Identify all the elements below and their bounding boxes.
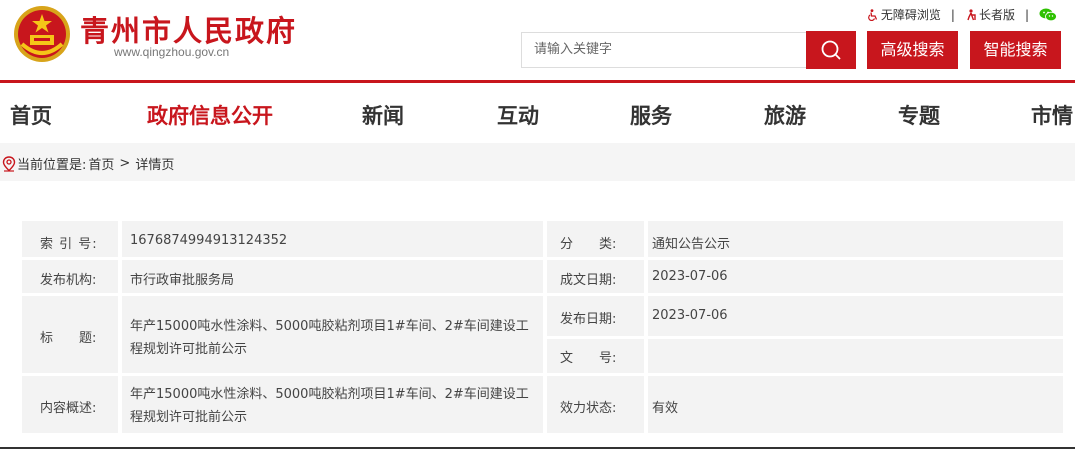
elderly-version-link[interactable]: 长者版 — [965, 6, 1015, 23]
title-label: 标 题: — [40, 331, 97, 346]
nav-item-gov-info[interactable]: 政府信息公开 — [147, 100, 273, 130]
national-emblem-icon — [14, 6, 70, 62]
index-number-label: 索 引 号: — [40, 237, 98, 252]
breadcrumb-prefix: 当前位置是: — [17, 158, 87, 173]
divider: | — [1024, 7, 1029, 22]
search-button[interactable] — [806, 31, 856, 69]
published-date-label: 发布日期: — [560, 312, 617, 327]
content-bottom-divider — [0, 447, 1075, 449]
nav-item-news[interactable]: 新闻 — [362, 100, 404, 130]
wechat-icon — [1039, 8, 1057, 21]
title-value: 年产15000吨水性涂料、5000吨胶粘剂项目1#车间、2#车间建设工程规划许可… — [130, 319, 529, 357]
summary-value: 年产15000吨水性涂料、5000吨胶粘剂项目1#车间、2#车间建设工程规划许可… — [130, 387, 529, 425]
site-url: www.qingzhou.gov.cn — [114, 45, 230, 59]
nav-item-services[interactable]: 服务 — [630, 100, 672, 130]
column-divider — [543, 221, 547, 433]
created-date-label: 成文日期: — [560, 273, 617, 288]
accessible-label: 无障碍浏览 — [880, 8, 941, 22]
breadcrumb-separator: > — [119, 156, 131, 171]
document-info-table: 索 引 号: 1676874994913124352 分 类: 通知公告公示 发… — [22, 221, 1063, 433]
validity-status-value: 有效 — [652, 401, 679, 416]
divider: | — [950, 7, 955, 22]
published-date-value: 2023-07-06 — [652, 308, 728, 323]
breadcrumb-bar: 当前位置是: 首页 > 详情页 — [0, 143, 1075, 181]
column-divider — [118, 221, 122, 433]
nav-item-topics[interactable]: 专题 — [898, 100, 940, 130]
publishing-org-value: 市行政审批服务局 — [130, 273, 235, 288]
elderly-person-icon — [967, 8, 976, 20]
validity-status-label: 效力状态: — [560, 401, 617, 416]
search-input[interactable]: 请输入关键字 — [521, 32, 807, 68]
breadcrumb-home[interactable]: 首页 — [88, 154, 114, 173]
index-number-value: 1676874994913124352 — [130, 233, 288, 248]
wheelchair-icon — [867, 8, 877, 21]
site-title[interactable]: 青州市人民政府 — [80, 8, 297, 50]
document-number-label: 文 号: — [560, 351, 617, 366]
site-header: 青州市人民政府 www.qingzhou.gov.cn 无障碍浏览 | 长者版 … — [0, 0, 1075, 80]
category-value: 通知公告公示 — [652, 237, 731, 252]
accessible-link[interactable]: 无障碍浏览 — [867, 6, 941, 23]
nav-item-city-info[interactable]: 市情 — [1031, 100, 1073, 130]
elderly-label: 长者版 — [978, 8, 1015, 22]
summary-label: 内容概述: — [40, 401, 97, 416]
column-divider — [644, 221, 648, 433]
location-pin-icon — [2, 155, 16, 172]
top-links: 无障碍浏览 | 长者版 | — [867, 6, 1059, 23]
breadcrumb-current: 详情页 — [135, 158, 175, 173]
nav-item-home[interactable]: 首页 — [10, 100, 52, 130]
nav-item-interaction[interactable]: 互动 — [497, 100, 539, 130]
nav-item-tourism[interactable]: 旅游 — [764, 100, 806, 130]
row-divider — [545, 336, 1063, 339]
created-date-value: 2023-07-06 — [652, 269, 728, 284]
publishing-org-label: 发布机构: — [40, 273, 97, 288]
search-icon — [821, 40, 841, 60]
breadcrumb: 当前位置是: 首页 > 详情页 — [2, 154, 174, 173]
wechat-link[interactable] — [1039, 8, 1059, 22]
smart-search-button[interactable]: 智能搜索 — [970, 31, 1061, 69]
main-nav: 首页 政府信息公开 新闻 互动 服务 旅游 专题 市情 — [0, 83, 1075, 143]
advanced-search-button[interactable]: 高级搜索 — [867, 31, 958, 69]
category-label: 分 类: — [560, 237, 617, 252]
